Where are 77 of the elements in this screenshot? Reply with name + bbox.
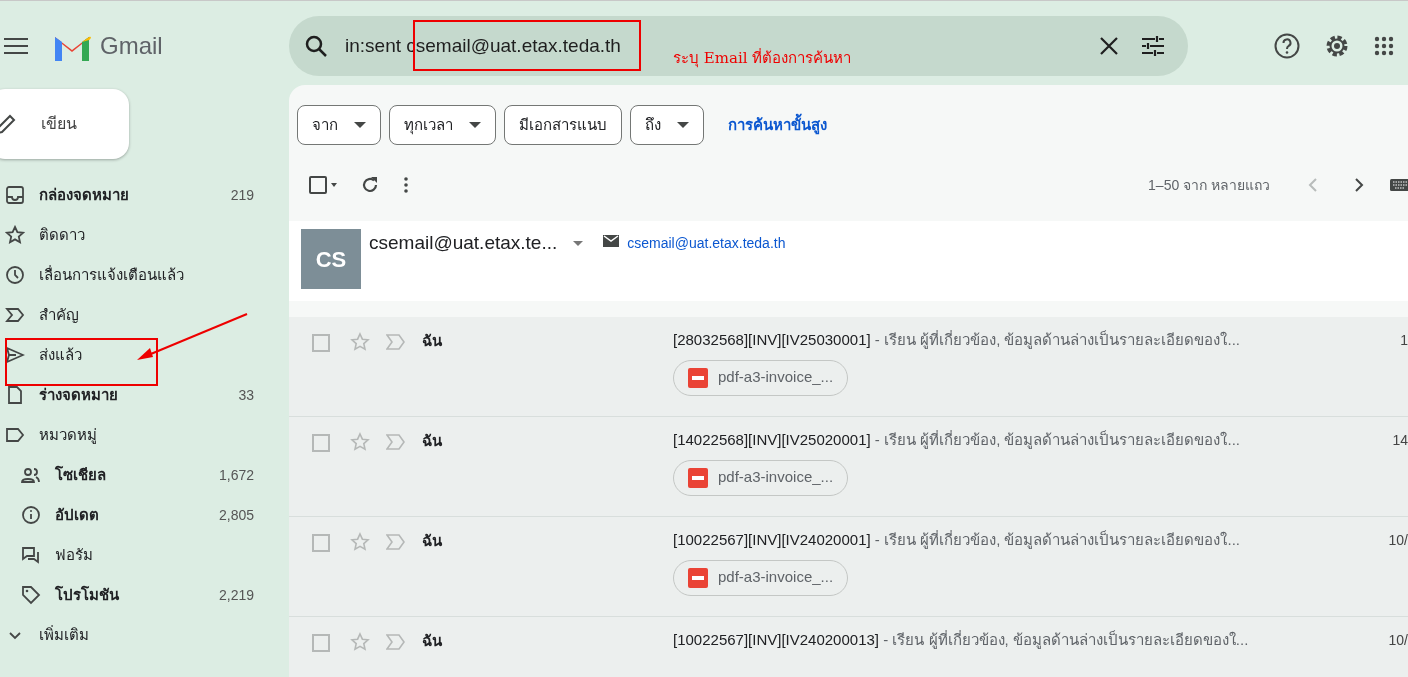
people-icon bbox=[21, 465, 41, 485]
more-options-icon[interactable] bbox=[403, 176, 409, 194]
sidebar-item[interactable]: สำคัญ bbox=[0, 295, 289, 335]
contact-avatar: CS bbox=[301, 229, 361, 289]
next-page-icon[interactable] bbox=[1354, 177, 1364, 193]
star-icon[interactable] bbox=[350, 532, 370, 552]
label-arrow-icon[interactable] bbox=[386, 533, 406, 551]
paper-plane-icon bbox=[5, 345, 25, 365]
clock-icon bbox=[5, 265, 25, 285]
apps-grid-icon[interactable] bbox=[1374, 36, 1394, 56]
sidebar-item[interactable]: ส่งแล้ว bbox=[0, 335, 289, 375]
message-subject: [10022567][INV][IV24020001] - เรียน ผู้ที่เกี่ยวข้อง, ข้อมูลด้านล่างเป็นรายละเอียดของใ... bbox=[673, 529, 1240, 551]
message-subject: [14022568][INV][IV25020001] - เรียน ผู้ที่เกี่ยวข้อง, ข้อมูลด้านล่างเป็นรายละเอียดของใ... bbox=[673, 429, 1240, 451]
checkbox-icon[interactable] bbox=[312, 434, 330, 452]
filter-chip[interactable]: ถึง bbox=[630, 105, 704, 145]
label-arrow-icon bbox=[5, 305, 25, 325]
annotation-note: ระบุ Email ที่ต้องการค้นหา bbox=[673, 47, 852, 70]
pdf-file-icon bbox=[688, 467, 708, 488]
message-date: 1 bbox=[1400, 331, 1408, 350]
sidebar-item[interactable]: เพิ่มเติม bbox=[0, 615, 289, 655]
checkbox-icon[interactable] bbox=[309, 176, 337, 194]
menu-icon[interactable] bbox=[4, 37, 28, 55]
pencil-icon bbox=[0, 113, 17, 135]
star-icon[interactable] bbox=[350, 432, 370, 452]
message-sender: ฉัน bbox=[422, 331, 443, 351]
label-arrow-icon[interactable] bbox=[386, 633, 406, 651]
refresh-icon[interactable] bbox=[361, 176, 379, 194]
filter-sliders-icon[interactable] bbox=[1142, 36, 1164, 56]
label-icon bbox=[5, 425, 25, 445]
message-date: 10/ bbox=[1388, 531, 1408, 550]
checkbox-icon[interactable] bbox=[312, 534, 330, 552]
star-icon[interactable] bbox=[350, 332, 370, 352]
search-icon bbox=[305, 35, 327, 57]
sidebar-item[interactable]: ติดดาว bbox=[0, 215, 289, 255]
inbox-tray-icon bbox=[5, 185, 25, 205]
help-icon[interactable] bbox=[1274, 33, 1300, 59]
sidebar-item[interactable]: กล่องจดหมาย 219 bbox=[0, 175, 289, 215]
sidebar-item[interactable]: ร่างจดหมาย 33 bbox=[0, 375, 289, 415]
star-icon bbox=[5, 225, 25, 245]
advanced-search-link[interactable]: การค้นหาขั้นสูง bbox=[728, 113, 827, 137]
close-icon[interactable] bbox=[1100, 37, 1118, 55]
document-icon bbox=[5, 385, 25, 405]
filter-chip[interactable]: จาก bbox=[297, 105, 381, 145]
mail-icon bbox=[603, 235, 620, 247]
message-subject: [28032568][INV][IV25030001] - เรียน ผู้ที่เกี่ยวข้อง, ข้อมูลด้านล่างเป็นรายละเอียดของใ... bbox=[673, 329, 1240, 351]
app-name: Gmail bbox=[100, 31, 163, 61]
tag-icon bbox=[21, 585, 41, 605]
filter-chip[interactable]: ทุกเวลา bbox=[389, 105, 496, 145]
pdf-file-icon bbox=[688, 567, 708, 588]
message-date: 14 bbox=[1392, 431, 1408, 450]
info-icon bbox=[21, 505, 41, 525]
message-sender: ฉัน bbox=[422, 631, 443, 651]
star-icon[interactable] bbox=[350, 632, 370, 652]
compose-button[interactable]: เขียน bbox=[0, 89, 129, 159]
message-sender: ฉัน bbox=[422, 531, 443, 551]
caret-icon[interactable] bbox=[573, 241, 584, 247]
message-sender: ฉัน bbox=[422, 431, 443, 451]
message-date: 10/ bbox=[1388, 631, 1408, 650]
label-arrow-icon[interactable] bbox=[386, 433, 406, 451]
contact-name: csemail@uat.etax.te... bbox=[369, 231, 558, 255]
sidebar-item[interactable]: หมวดหมู่ bbox=[0, 415, 289, 455]
sidebar-item[interactable]: อัปเดต 2,805 bbox=[0, 495, 289, 535]
page-range: 1–50 จาก หลายแถว bbox=[1148, 175, 1270, 195]
settings-icon[interactable] bbox=[1324, 33, 1350, 59]
checkbox-icon[interactable] bbox=[312, 334, 330, 352]
label-arrow-icon[interactable] bbox=[386, 333, 406, 351]
chat-bubbles-icon bbox=[21, 545, 41, 565]
keyboard-icon[interactable] bbox=[1390, 178, 1408, 192]
pdf-file-icon bbox=[688, 367, 708, 388]
filter-chip[interactable]: มีเอกสารแนบ bbox=[504, 105, 622, 145]
sidebar-item[interactable]: เลื่อนการแจ้งเตือนแล้ว bbox=[0, 255, 289, 295]
contact-email-link[interactable]: csemail@uat.etax.teda.th bbox=[627, 233, 786, 254]
sidebar-item[interactable]: โซเชียล 1,672 bbox=[0, 455, 289, 495]
checkbox-icon[interactable] bbox=[312, 634, 330, 652]
message-subject: [10022567][INV][IV240200013] - เรียน ผู้ที่เกี่ยวข้อง, ข้อมูลด้านล่างเป็นรายละเอียดของใ... bbox=[673, 629, 1249, 651]
sidebar-item[interactable]: ฟอรัม bbox=[0, 535, 289, 575]
sidebar-item[interactable]: โปรโมชัน 2,219 bbox=[0, 575, 289, 615]
